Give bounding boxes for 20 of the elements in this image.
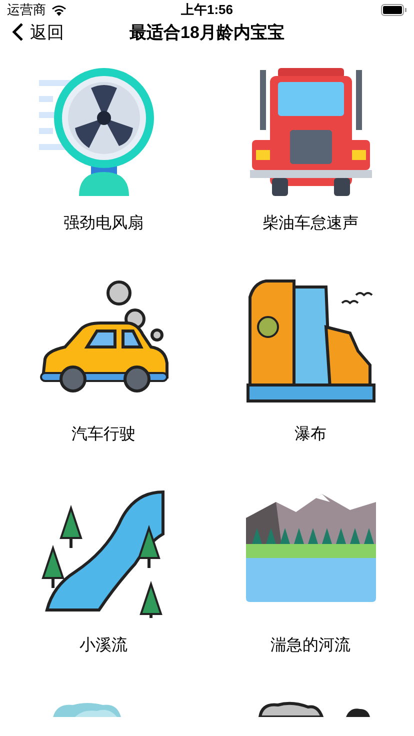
cloud-drawing (52, 701, 120, 717)
sound-tile[interactable]: 强劲电风扇 (0, 45, 207, 256)
sound-label: 汽车行驶 (72, 424, 136, 445)
chevron-left-icon (12, 22, 24, 42)
sound-label: 湍急的河流 (270, 636, 350, 656)
page-title: 最适合18月龄内宝宝 (130, 22, 284, 44)
sound-tile[interactable]: 湍急的河流 (207, 467, 414, 678)
sound-label: 强劲电风扇 (64, 214, 144, 234)
carrier-label: 运营商 (7, 1, 46, 19)
back-button[interactable]: 返回 (0, 20, 64, 45)
sound-label: 小溪流 (80, 636, 128, 656)
sound-label: 柴油车怠速声 (262, 214, 358, 234)
sound-tile[interactable]: 小溪流 (0, 467, 207, 678)
sound-label: 瀑布 (294, 424, 326, 445)
sound-tile[interactable]: 瀑布 (207, 256, 414, 467)
battery-icon (381, 4, 407, 16)
wifi-icon (51, 4, 67, 16)
sound-tile[interactable]: 柴油车怠速声 (207, 45, 414, 256)
sound-tile[interactable]: 汽车行驶 (0, 256, 207, 467)
status-time: 上午1:56 (180, 1, 234, 19)
